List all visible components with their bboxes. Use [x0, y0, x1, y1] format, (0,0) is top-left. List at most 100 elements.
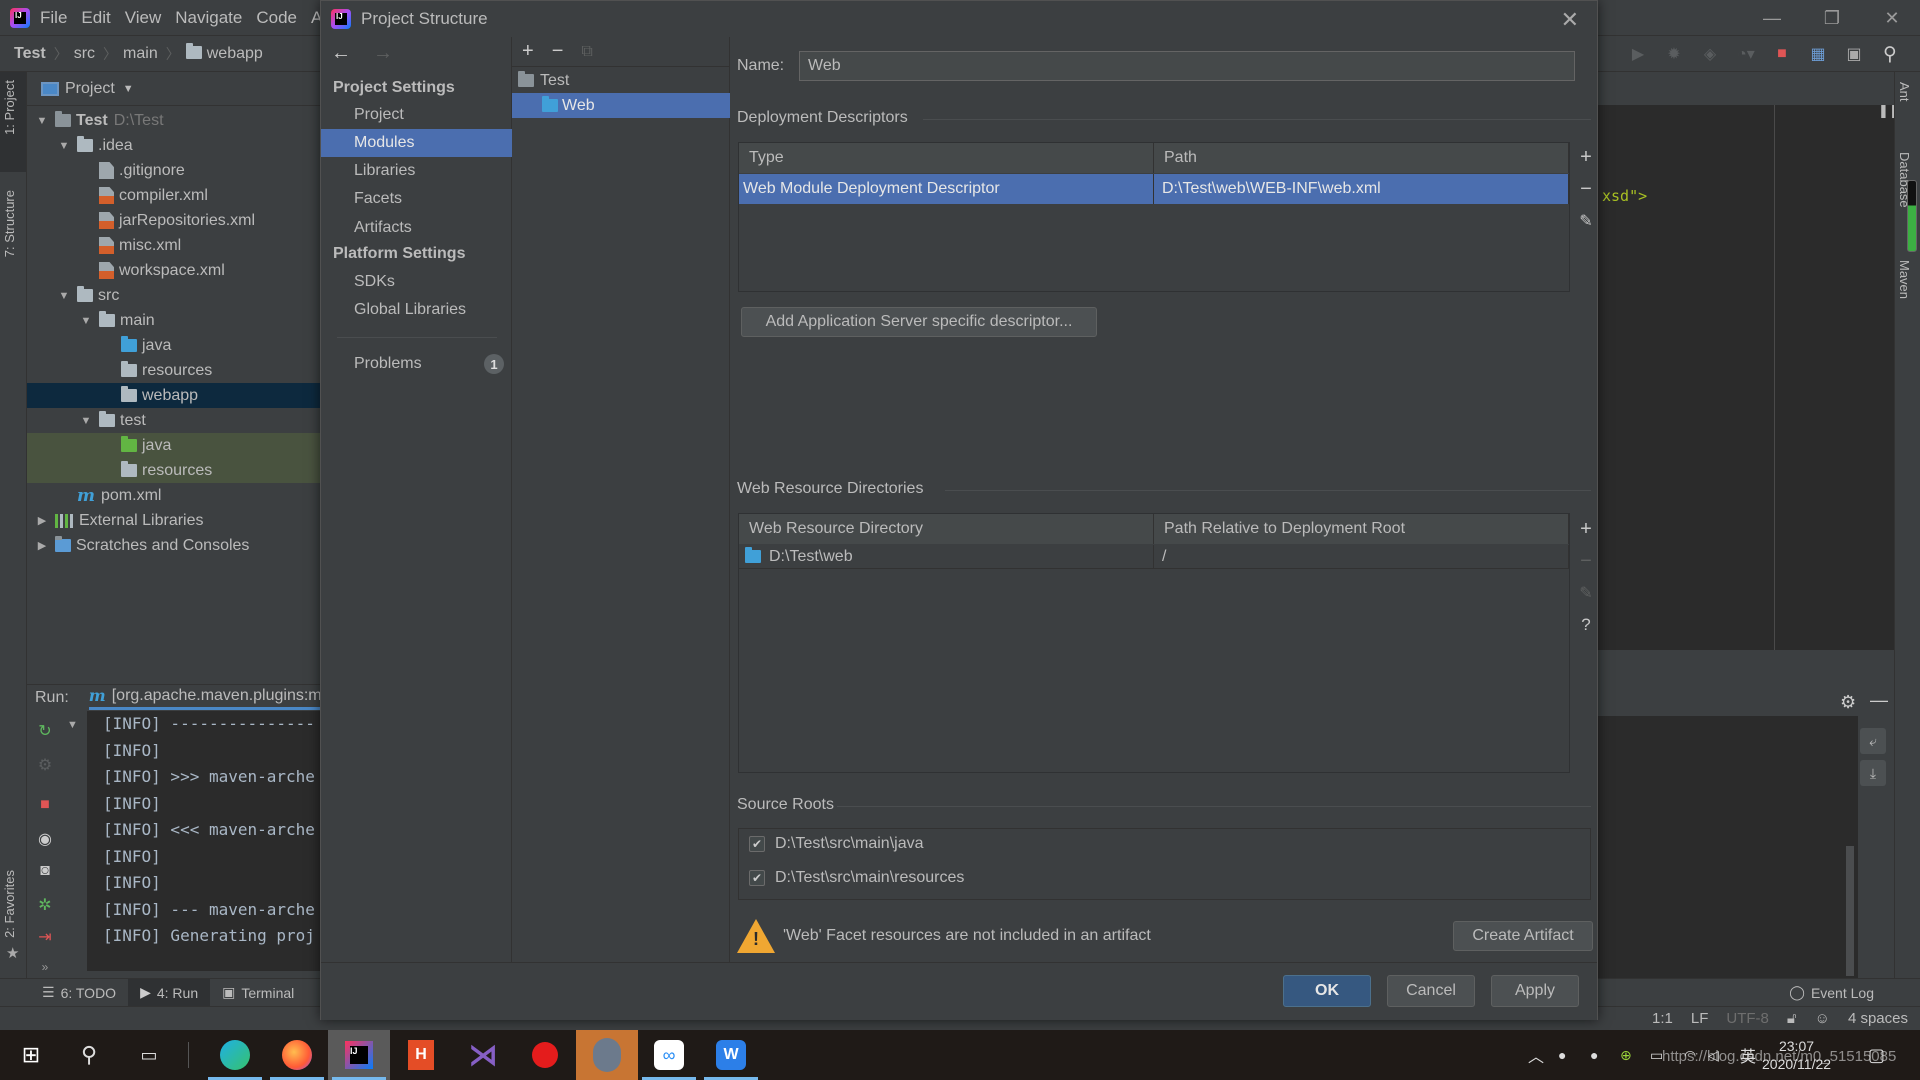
intellij-taskbar-icon[interactable]: IJ — [328, 1030, 390, 1080]
add-web-resource-button[interactable]: + — [1576, 518, 1596, 540]
more-icon[interactable]: » — [35, 957, 55, 977]
nav-item-project[interactable]: Project — [321, 101, 512, 129]
run-icon[interactable]: ▶ — [1628, 44, 1648, 64]
editor-area[interactable]: xsd"> ❚❚ — [1598, 103, 1900, 650]
terminal-icon[interactable]: ▣ — [1844, 44, 1864, 64]
tree-item[interactable]: jarRepositories.xml — [27, 208, 320, 233]
tree-item[interactable]: resources — [27, 358, 320, 383]
nav-item-problems[interactable]: Problems 1 — [321, 350, 512, 378]
hbuilder-icon[interactable]: H — [390, 1030, 452, 1080]
event-log-button[interactable]: ◯ Event Log — [1777, 979, 1886, 1007]
baidu-netdisk-icon[interactable]: ∞ — [638, 1030, 700, 1080]
help-web-resource-button[interactable]: ? — [1576, 615, 1596, 635]
stop-icon[interactable]: ■ — [1772, 44, 1792, 64]
qq-icon[interactable]: ● — [1558, 1030, 1566, 1080]
collapse-arrow-icon[interactable]: ▶ — [35, 514, 49, 527]
cancel-button[interactable]: Cancel — [1387, 975, 1475, 1007]
restore-button[interactable]: ❐ — [1804, 0, 1860, 36]
tab-ant[interactable]: Ant — [1897, 82, 1912, 102]
tree-item[interactable]: m pom.xml — [27, 483, 320, 508]
inspector-icon[interactable]: ☺ — [1815, 1010, 1830, 1027]
window-close-button[interactable]: ✕ — [1864, 0, 1920, 36]
menu-view[interactable]: View — [125, 8, 162, 28]
forward-arrow-icon[interactable]: → — [373, 42, 393, 65]
eye-icon[interactable]: ◉ — [35, 829, 55, 849]
source-root-item[interactable]: ✔ D:\Test\src\main\resources — [749, 869, 964, 887]
tab-todo[interactable]: ☰ 6: TODO — [30, 979, 128, 1007]
expand-arrow-icon[interactable]: ▼ — [57, 290, 71, 302]
name-input[interactable]: Web — [799, 51, 1575, 81]
avatar-app-icon[interactable] — [576, 1030, 638, 1080]
tree-item[interactable]: .gitignore — [27, 158, 320, 183]
module-web[interactable]: Web — [512, 93, 730, 118]
qq-icon[interactable]: ● — [1590, 1030, 1598, 1080]
tree-item[interactable]: ▶ External Libraries — [27, 508, 320, 533]
exit-icon[interactable]: ⇥ — [35, 927, 55, 947]
run-tab[interactable]: m [org.apache.maven.plugins:m — [88, 686, 322, 710]
tree-item[interactable]: workspace.xml — [27, 258, 320, 283]
profile-icon[interactable]: ◔▾ — [1736, 44, 1756, 64]
remove-web-resource-button[interactable]: − — [1576, 550, 1596, 572]
visual-studio-icon[interactable]: ⋊ — [452, 1030, 514, 1080]
memory-indicator[interactable] — [1907, 180, 1917, 252]
tab-structure[interactable]: 7: Structure — [2, 190, 17, 257]
indent-setting[interactable]: 4 spaces — [1848, 1010, 1908, 1027]
search-icon[interactable]: ⚲ — [58, 1030, 120, 1080]
menu-file[interactable]: File — [40, 8, 67, 28]
apply-button[interactable]: Apply — [1491, 975, 1579, 1007]
edit-descriptor-button[interactable]: ✎ — [1576, 211, 1596, 231]
back-arrow-icon[interactable]: ← — [331, 42, 351, 65]
line-separator[interactable]: LF — [1691, 1010, 1709, 1027]
expand-arrow-icon[interactable]: ▼ — [79, 315, 93, 327]
signal-app-icon[interactable] — [514, 1030, 576, 1080]
soft-wrap-icon[interactable]: ⤶ — [1860, 728, 1886, 754]
breadcrumb-main[interactable]: main — [123, 45, 158, 63]
add-server-descriptor-button[interactable]: Add Application Server specific descript… — [741, 307, 1097, 337]
tree-item[interactable]: webapp — [27, 383, 320, 408]
task-view-icon[interactable]: ▭ — [118, 1030, 180, 1080]
tab-run[interactable]: ▶ 4: Run — [128, 978, 211, 1007]
nav-item-sdks[interactable]: SDKs — [321, 268, 512, 296]
add-descriptor-button[interactable]: + — [1576, 146, 1596, 168]
collapse-arrow-icon[interactable]: ▶ — [35, 539, 49, 552]
tree-item[interactable]: resources — [27, 458, 320, 483]
camera-icon[interactable]: ◙ — [35, 861, 55, 881]
column-header-web-resource-directory[interactable]: Web Resource Directory — [739, 514, 1154, 544]
console-output[interactable]: [INFO] --------------- [INFO] [INFO] >>> m… — [87, 711, 320, 971]
debug-bug-icon[interactable]: ✲ — [35, 895, 55, 915]
remove-descriptor-button[interactable]: − — [1576, 178, 1596, 200]
lock-icon[interactable]: 🔓︎ — [1787, 1010, 1797, 1027]
create-artifact-button[interactable]: Create Artifact — [1453, 921, 1593, 951]
breadcrumb-test[interactable]: Test — [14, 45, 46, 63]
column-header-path-relative[interactable]: Path Relative to Deployment Root — [1154, 514, 1569, 544]
tree-item[interactable]: ▶ Scratches and Consoles — [27, 533, 320, 558]
nav-item-facets[interactable]: Facets — [321, 185, 512, 213]
tree-item[interactable]: ▼ Test D:\Test — [27, 108, 320, 133]
tab-maven[interactable]: Maven — [1897, 260, 1912, 299]
expand-arrow-icon[interactable]: ▼ — [79, 415, 93, 427]
caret-position[interactable]: 1:1 — [1652, 1010, 1673, 1027]
menu-code[interactable]: Code — [256, 8, 297, 28]
minimize-button[interactable]: — — [1744, 0, 1800, 36]
remove-icon[interactable]: − — [552, 40, 564, 63]
expand-arrow-icon[interactable]: ▼ — [35, 115, 49, 127]
debug-icon[interactable]: ✹ — [1664, 44, 1684, 64]
table-row[interactable]: Web Module Deployment Descriptor D:\Test… — [739, 174, 1569, 204]
copy-icon[interactable]: ⧉ — [581, 43, 592, 61]
coverage-icon[interactable]: ◈ — [1700, 44, 1720, 64]
tree-item[interactable]: compiler.xml — [27, 183, 320, 208]
rerun-icon[interactable]: ↻ — [35, 721, 55, 741]
tab-project[interactable]: 1: Project — [2, 80, 17, 135]
file-encoding[interactable]: UTF-8 — [1726, 1010, 1769, 1027]
nav-item-modules[interactable]: Modules — [321, 129, 512, 157]
console-scrollbar[interactable] — [1846, 846, 1854, 976]
wps-icon[interactable]: W — [700, 1030, 762, 1080]
firefox-icon[interactable] — [266, 1030, 328, 1080]
collapse-arrow-icon[interactable]: ▼ — [67, 719, 78, 731]
tree-item[interactable]: java — [27, 333, 320, 358]
close-icon[interactable]: ✕ — [1561, 7, 1579, 33]
tree-item[interactable]: ▼ src — [27, 283, 320, 308]
column-header-type[interactable]: Type — [739, 143, 1154, 173]
tab-favorites[interactable]: 2: Favorites — [2, 870, 17, 938]
project-panel-header[interactable]: Project ▼ — [27, 72, 320, 106]
